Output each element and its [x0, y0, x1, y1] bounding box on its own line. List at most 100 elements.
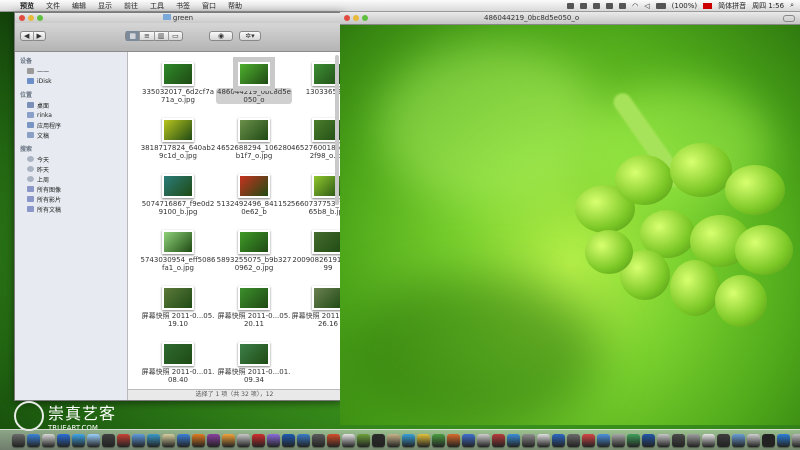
- status-icon[interactable]: [567, 2, 575, 9]
- file-item[interactable]: 5074716867_f9e0d29100_b.jpg: [140, 174, 216, 216]
- bluetooth-icon[interactable]: [606, 2, 614, 9]
- volume-icon[interactable]: ◁: [644, 2, 649, 10]
- menu-window[interactable]: 窗口: [196, 1, 222, 11]
- file-item[interactable]: 5132492496_8411520e62_b: [216, 174, 292, 216]
- quick-look-button[interactable]: ◉: [209, 31, 233, 41]
- file-thumbnail[interactable]: [162, 230, 194, 254]
- file-thumbnail[interactable]: [233, 57, 275, 91]
- dock-app-icon[interactable]: [717, 433, 730, 447]
- dock-app-icon[interactable]: [222, 433, 235, 447]
- file-thumbnail[interactable]: [162, 62, 194, 86]
- back-icon[interactable]: ◀: [21, 31, 34, 41]
- dock-app-icon[interactable]: [762, 433, 775, 447]
- menu-help[interactable]: 帮助: [222, 1, 248, 11]
- sidebar-item-last-week[interactable]: 上周: [15, 174, 127, 184]
- forward-icon[interactable]: ▶: [34, 31, 46, 41]
- file-thumbnail[interactable]: [162, 118, 194, 142]
- wifi-icon[interactable]: ◠: [632, 2, 638, 10]
- dock-app-icon[interactable]: [477, 433, 490, 447]
- status-icon[interactable]: [593, 2, 601, 9]
- dock-app-icon[interactable]: [102, 433, 115, 447]
- clock[interactable]: 周四 1:56: [752, 1, 784, 11]
- dock-app-icon[interactable]: [117, 433, 130, 447]
- dock-app-icon[interactable]: [372, 433, 385, 447]
- sidebar-item-yesterday[interactable]: 昨天: [15, 164, 127, 174]
- file-thumbnail[interactable]: [162, 286, 194, 310]
- dock-app-icon[interactable]: [792, 433, 800, 447]
- file-thumbnail[interactable]: [238, 286, 270, 310]
- dock-app-icon[interactable]: [447, 433, 460, 447]
- dock-app-icon[interactable]: [297, 433, 310, 447]
- dock-app-icon[interactable]: [87, 433, 100, 447]
- file-item[interactable]: 屏幕快照 2011-0...01.08.40: [140, 342, 216, 384]
- flag-icon[interactable]: [703, 2, 713, 9]
- dock-app-icon[interactable]: [12, 433, 25, 447]
- dock-app-icon[interactable]: [252, 433, 265, 447]
- menu-preview[interactable]: 预览: [14, 1, 40, 11]
- file-thumbnail[interactable]: [238, 174, 270, 198]
- dock-app-icon[interactable]: [207, 433, 220, 447]
- sidebar-item-all-movies[interactable]: 所有影片: [15, 194, 127, 204]
- dock-app-icon[interactable]: [687, 433, 700, 447]
- dock-app-icon[interactable]: [192, 433, 205, 447]
- sidebar-item-desktop[interactable]: 桌面: [15, 100, 127, 110]
- sidebar-item-all-images[interactable]: 所有图像: [15, 184, 127, 194]
- dock-app-icon[interactable]: [162, 433, 175, 447]
- sidebar-heading-devices[interactable]: 设备: [15, 52, 127, 66]
- dock-app-icon[interactable]: [72, 433, 85, 447]
- sidebar-heading-search[interactable]: 搜索: [15, 140, 127, 154]
- menu-tools[interactable]: 工具: [144, 1, 170, 11]
- file-item[interactable]: 5743030954_eff5086fa1_o.jpg: [140, 230, 216, 272]
- dock-app-icon[interactable]: [282, 433, 295, 447]
- icon-view-icon[interactable]: ▦: [126, 31, 141, 41]
- sidebar-item-applications[interactable]: 应用程序: [15, 120, 127, 130]
- minimize-button[interactable]: [353, 15, 359, 21]
- dock-app-icon[interactable]: [747, 433, 760, 447]
- input-method[interactable]: 简体拼音: [718, 1, 746, 11]
- coverflow-view-icon[interactable]: ▭: [169, 31, 182, 41]
- dock-app-icon[interactable]: [27, 433, 40, 447]
- dock-app-icon[interactable]: [147, 433, 160, 447]
- file-thumbnail[interactable]: [162, 342, 194, 366]
- preview-image[interactable]: [340, 25, 800, 425]
- dock-app-icon[interactable]: [312, 433, 325, 447]
- dock-app-icon[interactable]: [552, 433, 565, 447]
- zoom-button[interactable]: [37, 15, 43, 21]
- zoom-button[interactable]: [362, 15, 368, 21]
- file-thumbnail[interactable]: [238, 230, 270, 254]
- preview-title-bar[interactable]: 486044219_0bc8d5e050_o: [340, 12, 800, 25]
- dock-app-icon[interactable]: [42, 433, 55, 447]
- dock-app-icon[interactable]: [732, 433, 745, 447]
- dock-app-icon[interactable]: [342, 433, 355, 447]
- dock-app-icon[interactable]: [177, 433, 190, 447]
- column-view-icon[interactable]: ▥: [155, 31, 169, 41]
- dock-app-icon[interactable]: [567, 433, 580, 447]
- menu-file[interactable]: 文件: [40, 1, 66, 11]
- minimize-button[interactable]: [28, 15, 34, 21]
- menu-bookmarks[interactable]: 书签: [170, 1, 196, 11]
- dock-app-icon[interactable]: [387, 433, 400, 447]
- dock-app-icon[interactable]: [672, 433, 685, 447]
- sidebar-item-documents[interactable]: 文稿: [15, 130, 127, 140]
- dock-app-icon[interactable]: [132, 433, 145, 447]
- dock-app-icon[interactable]: [657, 433, 670, 447]
- finder-title-bar[interactable]: green: [15, 13, 341, 23]
- file-item[interactable]: 屏幕快照 2011-0...01.09.34: [216, 342, 292, 384]
- sidebar-heading-places[interactable]: 位置: [15, 86, 127, 100]
- battery-icon[interactable]: [655, 2, 666, 9]
- dock-app-icon[interactable]: [492, 433, 505, 447]
- dock-app-icon[interactable]: [627, 433, 640, 447]
- dock-app-icon[interactable]: [57, 433, 70, 447]
- dock-app-icon[interactable]: [507, 433, 520, 447]
- dock-app-icon[interactable]: [582, 433, 595, 447]
- dock-app-icon[interactable]: [702, 433, 715, 447]
- file-item[interactable]: 486044219_0bc8d5e050_o: [216, 57, 292, 104]
- dock-app-icon[interactable]: [522, 433, 535, 447]
- menu-go[interactable]: 前往: [118, 1, 144, 11]
- file-item[interactable]: 4652688294_106280b1f7_o.jpg: [216, 118, 292, 160]
- action-menu-button[interactable]: ✲▾: [239, 31, 261, 41]
- sidebar-item-idisk[interactable]: iDisk: [15, 76, 127, 86]
- toolbar-toggle-button[interactable]: [783, 15, 795, 22]
- file-item[interactable]: 335032017_6d2cf7a71a_o.jpg: [140, 62, 216, 104]
- sidebar-item-disk[interactable]: ——: [15, 66, 127, 76]
